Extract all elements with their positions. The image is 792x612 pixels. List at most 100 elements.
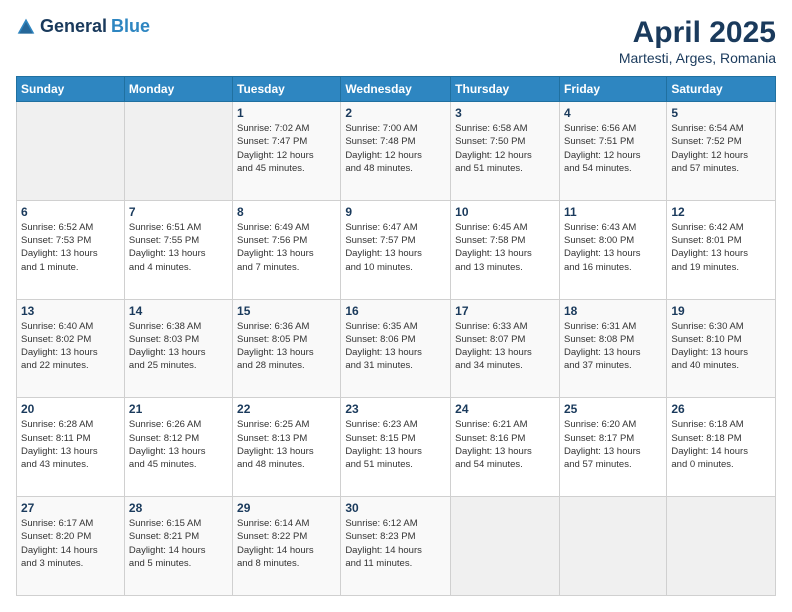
calendar-cell: 6 Sunrise: 6:52 AM Sunset: 7:53 PM Daylig… [17,200,125,299]
day-header-monday: Monday [124,77,232,102]
day-header-saturday: Saturday [667,77,776,102]
calendar-cell: 24Sunrise: 6:21 AM Sunset: 8:16 PM Dayli… [451,398,560,497]
day-header-wednesday: Wednesday [341,77,451,102]
day-detail: Sunrise: 6:15 AM Sunset: 8:21 PM Dayligh… [129,517,228,570]
calendar-cell: 1 Sunrise: 7:02 AM Sunset: 7:47 PM Daylig… [233,102,341,201]
day-number: 11 [564,205,662,219]
calendar-cell: 28 Sunrise: 6:15 AM Sunset: 8:21 PM Dayli… [124,497,232,596]
day-header-thursday: Thursday [451,77,560,102]
logo: General Blue [16,16,150,37]
day-detail: Sunrise: 6:51 AM Sunset: 7:55 PM Dayligh… [129,221,228,274]
calendar-cell: 25 Sunrise: 6:20 AM Sunset: 8:17 PM Dayli… [559,398,666,497]
day-number: 23 [345,402,446,416]
calendar-cell: 8 Sunrise: 6:49 AM Sunset: 7:56 PM Daylig… [233,200,341,299]
calendar-cell: 7 Sunrise: 6:51 AM Sunset: 7:55 PM Daylig… [124,200,232,299]
day-number: 3 [455,106,555,120]
main-title: April 2025 [619,16,776,50]
calendar-table: SundayMondayTuesdayWednesdayThursdayFrid… [16,76,776,596]
day-number: 9 [345,205,446,219]
week-row-4: 27Sunrise: 6:17 AM Sunset: 8:20 PM Dayli… [17,497,776,596]
day-number: 24 [455,402,555,416]
calendar-cell: 10 Sunrise: 6:45 AM Sunset: 7:58 PM Dayli… [451,200,560,299]
calendar-cell: 15 Sunrise: 6:36 AM Sunset: 8:05 PM Dayli… [233,299,341,398]
day-detail: Sunrise: 6:12 AM Sunset: 8:23 PM Dayligh… [345,517,446,570]
day-number: 10 [455,205,555,219]
day-number: 6 [21,205,120,219]
week-row-3: 20 Sunrise: 6:28 AM Sunset: 8:11 PM Dayli… [17,398,776,497]
day-number: 19 [671,304,771,318]
day-detail: Sunrise: 6:47 AM Sunset: 7:57 PM Dayligh… [345,221,446,274]
calendar-body: 1 Sunrise: 7:02 AM Sunset: 7:47 PM Daylig… [17,102,776,596]
day-detail: Sunrise: 6:43 AM Sunset: 8:00 PM Dayligh… [564,221,662,274]
header: General Blue April 2025 Martesti, Arges,… [16,16,776,66]
calendar-cell [17,102,125,201]
day-number: 17 [455,304,555,318]
logo-blue: Blue [111,16,150,37]
day-number: 26 [671,402,771,416]
day-detail: Sunrise: 6:35 AM Sunset: 8:06 PM Dayligh… [345,320,446,373]
week-row-2: 13Sunrise: 6:40 AM Sunset: 8:02 PM Dayli… [17,299,776,398]
calendar-cell: 17 Sunrise: 6:33 AM Sunset: 8:07 PM Dayli… [451,299,560,398]
day-detail: Sunrise: 6:26 AM Sunset: 8:12 PM Dayligh… [129,418,228,471]
day-detail: Sunrise: 6:23 AM Sunset: 8:15 PM Dayligh… [345,418,446,471]
day-detail: Sunrise: 7:02 AM Sunset: 7:47 PM Dayligh… [237,122,336,175]
page: General Blue April 2025 Martesti, Arges,… [0,0,792,612]
title-block: April 2025 Martesti, Arges, Romania [619,16,776,66]
week-row-0: 1 Sunrise: 7:02 AM Sunset: 7:47 PM Daylig… [17,102,776,201]
day-detail: Sunrise: 6:45 AM Sunset: 7:58 PM Dayligh… [455,221,555,274]
calendar-cell: 9 Sunrise: 6:47 AM Sunset: 7:57 PM Daylig… [341,200,451,299]
day-number: 18 [564,304,662,318]
calendar-cell: 23 Sunrise: 6:23 AM Sunset: 8:15 PM Dayli… [341,398,451,497]
day-number: 29 [237,501,336,515]
calendar-cell [124,102,232,201]
day-number: 2 [345,106,446,120]
day-detail: Sunrise: 7:00 AM Sunset: 7:48 PM Dayligh… [345,122,446,175]
logo-general: General [40,16,107,37]
day-number: 13 [21,304,120,318]
day-detail: Sunrise: 6:42 AM Sunset: 8:01 PM Dayligh… [671,221,771,274]
calendar-cell: 18 Sunrise: 6:31 AM Sunset: 8:08 PM Dayli… [559,299,666,398]
calendar-cell: 27Sunrise: 6:17 AM Sunset: 8:20 PM Dayli… [17,497,125,596]
calendar-cell: 29 Sunrise: 6:14 AM Sunset: 8:22 PM Dayli… [233,497,341,596]
calendar-cell: 13Sunrise: 6:40 AM Sunset: 8:02 PM Dayli… [17,299,125,398]
day-detail: Sunrise: 6:20 AM Sunset: 8:17 PM Dayligh… [564,418,662,471]
calendar-cell: 26 Sunrise: 6:18 AM Sunset: 8:18 PM Dayli… [667,398,776,497]
calendar-cell [451,497,560,596]
day-number: 7 [129,205,228,219]
calendar-cell: 4Sunrise: 6:56 AM Sunset: 7:51 PM Daylig… [559,102,666,201]
week-row-1: 6 Sunrise: 6:52 AM Sunset: 7:53 PM Daylig… [17,200,776,299]
day-number: 20 [21,402,120,416]
calendar-cell: 5 Sunrise: 6:54 AM Sunset: 7:52 PM Daylig… [667,102,776,201]
day-header-tuesday: Tuesday [233,77,341,102]
day-detail: Sunrise: 6:33 AM Sunset: 8:07 PM Dayligh… [455,320,555,373]
day-detail: Sunrise: 6:31 AM Sunset: 8:08 PM Dayligh… [564,320,662,373]
day-detail: Sunrise: 6:30 AM Sunset: 8:10 PM Dayligh… [671,320,771,373]
day-detail: Sunrise: 6:25 AM Sunset: 8:13 PM Dayligh… [237,418,336,471]
day-detail: Sunrise: 6:54 AM Sunset: 7:52 PM Dayligh… [671,122,771,175]
day-number: 16 [345,304,446,318]
day-detail: Sunrise: 6:49 AM Sunset: 7:56 PM Dayligh… [237,221,336,274]
day-number: 8 [237,205,336,219]
day-header-friday: Friday [559,77,666,102]
calendar-cell: 3Sunrise: 6:58 AM Sunset: 7:50 PM Daylig… [451,102,560,201]
day-detail: Sunrise: 6:28 AM Sunset: 8:11 PM Dayligh… [21,418,120,471]
day-number: 21 [129,402,228,416]
day-detail: Sunrise: 6:52 AM Sunset: 7:53 PM Dayligh… [21,221,120,274]
calendar-cell: 19 Sunrise: 6:30 AM Sunset: 8:10 PM Dayli… [667,299,776,398]
day-number: 28 [129,501,228,515]
day-detail: Sunrise: 6:56 AM Sunset: 7:51 PM Dayligh… [564,122,662,175]
day-number: 5 [671,106,771,120]
day-detail: Sunrise: 6:36 AM Sunset: 8:05 PM Dayligh… [237,320,336,373]
calendar-cell: 30Sunrise: 6:12 AM Sunset: 8:23 PM Dayli… [341,497,451,596]
day-number: 1 [237,106,336,120]
day-detail: Sunrise: 6:14 AM Sunset: 8:22 PM Dayligh… [237,517,336,570]
day-number: 14 [129,304,228,318]
day-number: 27 [21,501,120,515]
day-detail: Sunrise: 6:18 AM Sunset: 8:18 PM Dayligh… [671,418,771,471]
calendar-cell: 20 Sunrise: 6:28 AM Sunset: 8:11 PM Dayli… [17,398,125,497]
calendar-cell: 12Sunrise: 6:42 AM Sunset: 8:01 PM Dayli… [667,200,776,299]
day-number: 15 [237,304,336,318]
day-number: 25 [564,402,662,416]
calendar-cell [667,497,776,596]
calendar-cell: 14Sunrise: 6:38 AM Sunset: 8:03 PM Dayli… [124,299,232,398]
